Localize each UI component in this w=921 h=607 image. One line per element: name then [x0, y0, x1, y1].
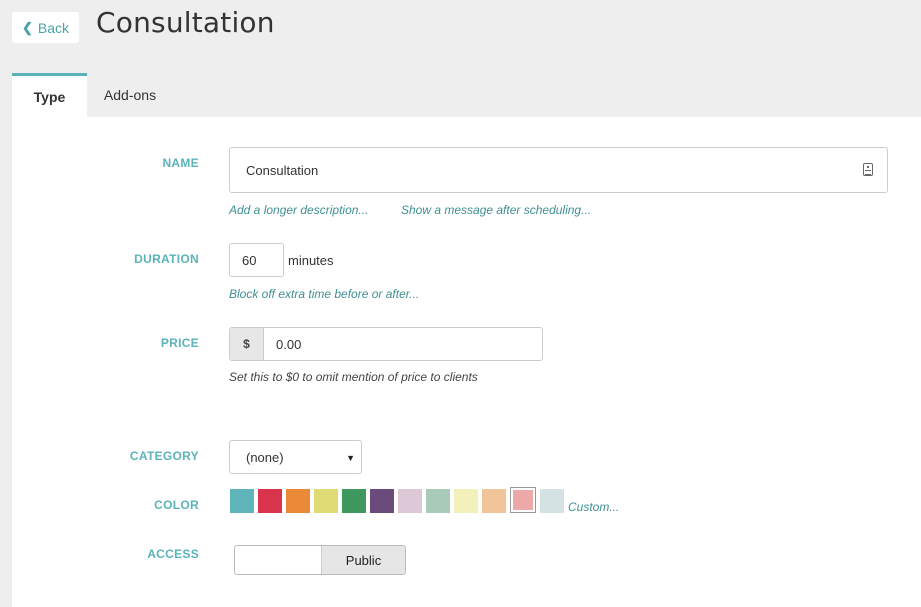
color-swatch[interactable]	[482, 489, 506, 513]
duration-input-value: 60	[242, 252, 257, 268]
color-swatch[interactable]	[342, 489, 366, 513]
page-title: Consultation	[96, 6, 275, 39]
add-description-link[interactable]: Add a longer description...	[229, 203, 368, 217]
category-selected-value: (none)	[246, 449, 284, 465]
show-message-link[interactable]: Show a message after scheduling...	[401, 203, 591, 217]
block-extra-time-link[interactable]: Block off extra time before or after...	[229, 287, 419, 301]
access-option-public[interactable]: Public	[321, 546, 405, 574]
color-swatch-fill	[513, 489, 533, 510]
custom-color-link[interactable]: Custom...	[568, 500, 619, 514]
color-swatch[interactable]	[258, 489, 282, 513]
color-swatch[interactable]	[454, 489, 478, 513]
chevron-left-icon: ❮	[21, 20, 33, 35]
currency-addon: $	[230, 328, 264, 360]
color-swatch[interactable]	[540, 489, 564, 513]
category-select[interactable]: (none) ▼	[229, 440, 362, 474]
name-input[interactable]: Consultation	[229, 147, 888, 193]
duration-unit: minutes	[288, 253, 334, 268]
color-swatches: Custom...	[230, 486, 619, 514]
price-label: PRICE	[160, 336, 199, 350]
name-input-value: Consultation	[246, 162, 319, 178]
tab-type[interactable]: Type	[12, 73, 87, 117]
contact-card-icon	[863, 163, 873, 176]
color-swatch[interactable]	[314, 489, 338, 513]
color-swatch[interactable]	[230, 489, 254, 513]
color-swatch[interactable]	[370, 489, 394, 513]
form-panel: NAME Consultation Add a longer descripti…	[12, 117, 921, 607]
price-input-value: 0.00	[276, 336, 302, 352]
tab-add-ons[interactable]: Add-ons	[87, 73, 173, 117]
tab-bar: Type Add-ons	[12, 73, 173, 117]
back-button[interactable]: ❮ Back	[12, 12, 79, 43]
price-input[interactable]: 0.00	[264, 328, 542, 360]
color-swatch[interactable]	[426, 489, 450, 513]
category-label: CATEGORY	[129, 449, 199, 463]
color-swatch[interactable]	[510, 486, 536, 513]
caret-down-icon: ▼	[346, 453, 355, 463]
access-label: ACCESS	[147, 547, 199, 561]
color-label: COLOR	[154, 498, 199, 512]
price-input-group: $ 0.00	[229, 327, 543, 361]
duration-input[interactable]: 60	[229, 243, 284, 277]
color-swatch[interactable]	[286, 489, 310, 513]
access-toggle: Public	[234, 545, 406, 575]
name-label: NAME	[162, 156, 199, 170]
duration-label: DURATION	[134, 252, 199, 266]
price-hint: Set this to $0 to omit mention of price …	[229, 370, 478, 384]
color-swatch[interactable]	[398, 489, 422, 513]
access-option-private[interactable]	[235, 546, 321, 574]
back-button-label: Back	[37, 19, 70, 36]
